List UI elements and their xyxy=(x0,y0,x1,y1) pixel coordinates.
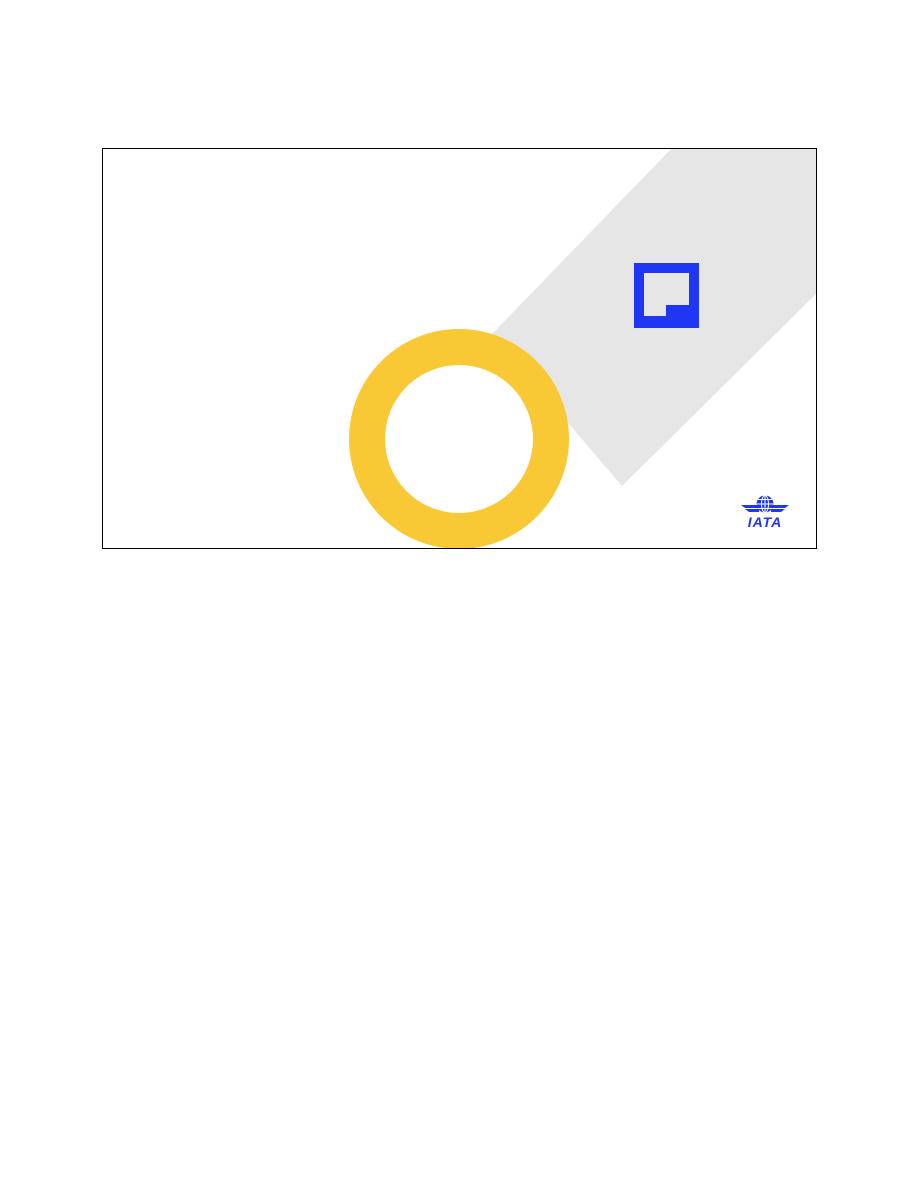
slide-frame: IATA xyxy=(102,148,817,549)
iata-globe-wings-icon xyxy=(741,495,789,513)
iata-logo: IATA xyxy=(739,493,791,531)
yellow-ring-shape xyxy=(349,329,569,548)
slide-artwork xyxy=(349,149,816,548)
iata-logo-text: IATA xyxy=(748,514,783,530)
